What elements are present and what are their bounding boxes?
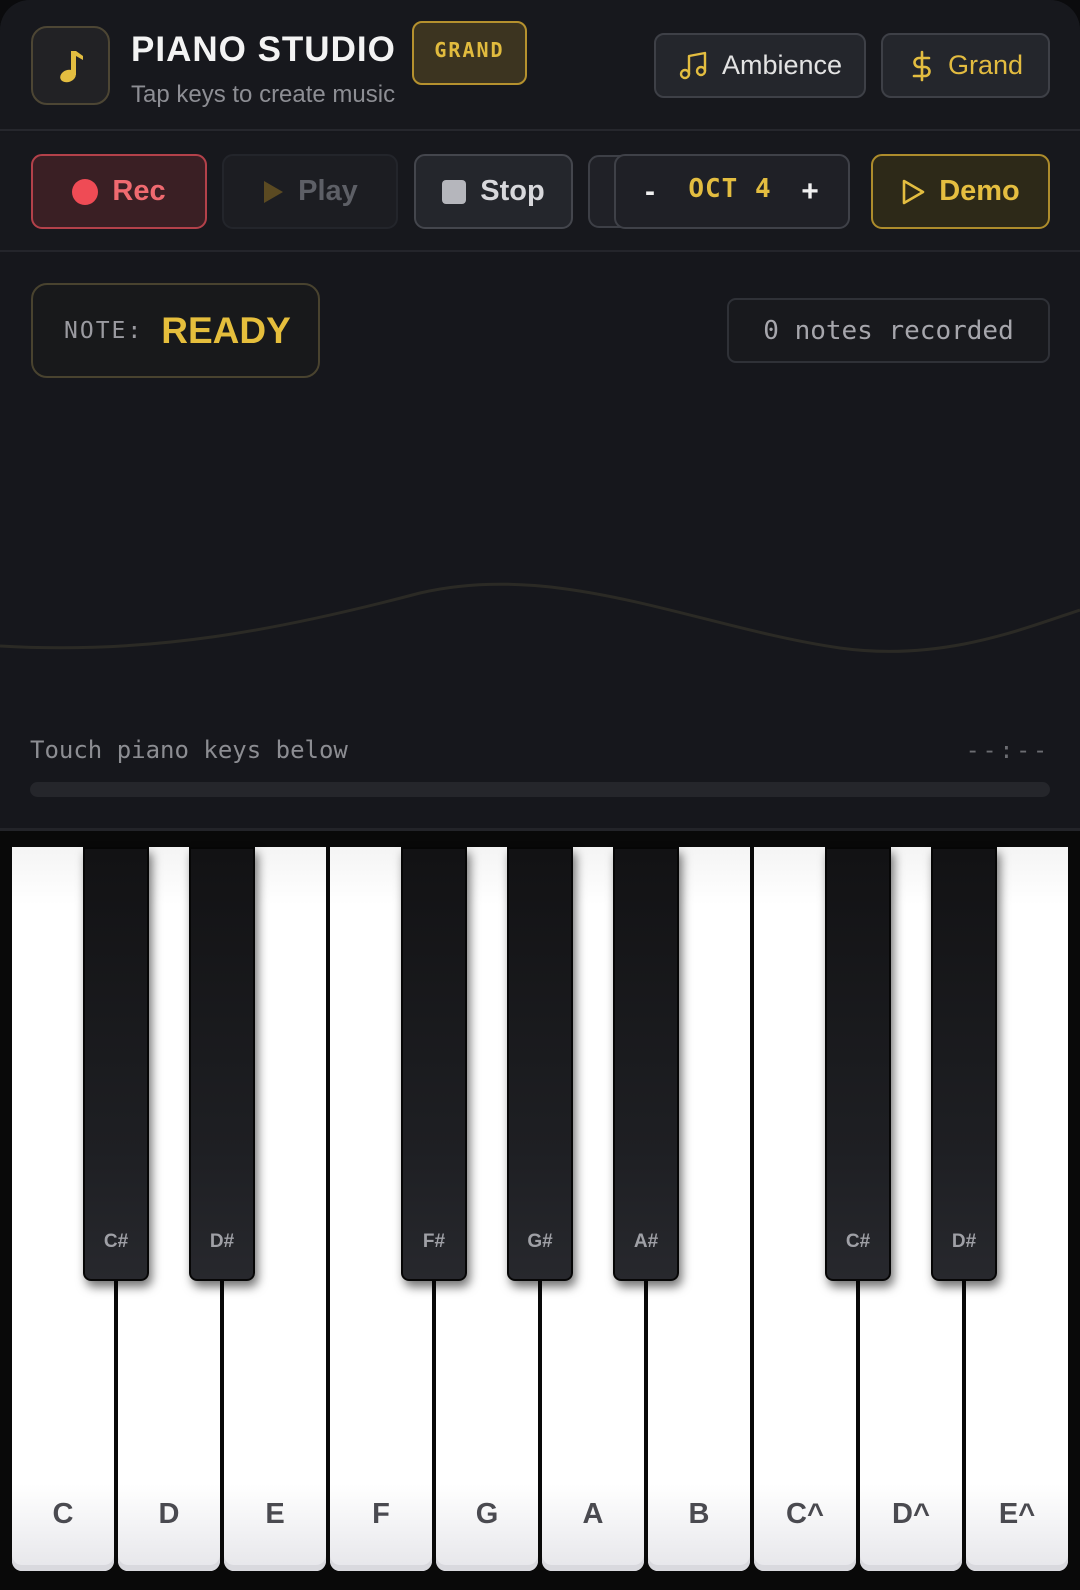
demo-label: Demo (939, 175, 1020, 207)
black-key-label: C# (845, 1231, 871, 1252)
logo-button[interactable] (31, 26, 110, 105)
notes-recorded-counter: 0 notes recorded (727, 298, 1050, 363)
piano-keys: C D E F G A B C^ D^ E^ C# D# F# G# A# C# D# (12, 847, 1068, 1571)
white-key-label: C^ (786, 1498, 824, 1530)
white-key-label: B (688, 1498, 710, 1530)
demo-button[interactable]: Demo (871, 154, 1050, 229)
black-key-label: D# (951, 1231, 977, 1252)
grand-label: Grand (947, 50, 1024, 80)
black-key-label: F# (422, 1231, 446, 1252)
stop-icon (442, 179, 467, 204)
white-key-label: F (372, 1498, 390, 1530)
play-label: Play (298, 175, 358, 207)
stop-button[interactable]: Stop (414, 154, 573, 229)
ambience-button[interactable]: Ambience (654, 33, 866, 98)
controls-bar: Rec Play Stop - OCT 4 + Demo (0, 133, 1080, 252)
white-key-label: A (582, 1498, 604, 1530)
black-key[interactable]: G# (507, 847, 573, 1281)
note-value: READY (161, 309, 291, 351)
play-outline-icon (902, 179, 925, 204)
grand-badge: GRAND (412, 21, 527, 85)
app-title: PIANO STUDIO (131, 30, 396, 69)
black-key-label: A# (633, 1231, 659, 1252)
progress-track[interactable] (30, 782, 1050, 797)
grand-button[interactable]: Grand (881, 33, 1050, 98)
white-key-label: G (475, 1498, 499, 1530)
black-key[interactable]: D# (189, 847, 255, 1281)
music-note-icon (59, 50, 83, 82)
black-key-label: D# (209, 1231, 235, 1252)
ambience-label: Ambience (721, 50, 843, 80)
black-key-label: C# (103, 1231, 129, 1252)
note-label: NOTE: (64, 317, 144, 344)
black-key[interactable]: F# (401, 847, 467, 1281)
piano-keyboard: C D E F G A B C^ D^ E^ C# D# F# G# A# C# D# (0, 828, 1080, 1590)
dollar-icon (912, 50, 931, 81)
record-label: Rec (112, 175, 166, 207)
octave-selector: - OCT 4 + (614, 154, 850, 229)
white-key-label: E (265, 1498, 285, 1530)
waveform-visualizer (0, 582, 1080, 653)
music-notes-icon (679, 51, 707, 79)
octave-label: OCT 4 (688, 173, 772, 204)
record-dot-icon (72, 178, 99, 205)
white-key-label: C (52, 1498, 74, 1530)
play-button[interactable]: Play (222, 154, 398, 229)
app-subtitle: Tap keys to create music (131, 81, 396, 108)
octave-down-button[interactable]: - (638, 175, 662, 209)
white-key-label: D (158, 1498, 180, 1530)
playback-time: --:-- (965, 738, 1050, 764)
black-key-label: G# (527, 1231, 553, 1252)
play-icon (264, 180, 284, 203)
white-key-label: D^ (892, 1498, 930, 1530)
black-key[interactable]: D# (931, 847, 997, 1281)
current-note-display: NOTE: READY (31, 283, 320, 378)
white-key-label: E^ (998, 1498, 1036, 1530)
header: PIANO STUDIO Tap keys to create music GR… (0, 0, 1080, 131)
black-key[interactable]: A# (613, 847, 679, 1281)
app-window: PIANO STUDIO Tap keys to create music GR… (0, 0, 1080, 1590)
hint-text: Touch piano keys below (30, 736, 348, 764)
black-key[interactable]: C# (825, 847, 891, 1281)
stop-label: Stop (480, 175, 545, 207)
record-button[interactable]: Rec (31, 154, 207, 229)
black-key[interactable]: C# (83, 847, 149, 1281)
octave-up-button[interactable]: + (798, 175, 822, 209)
